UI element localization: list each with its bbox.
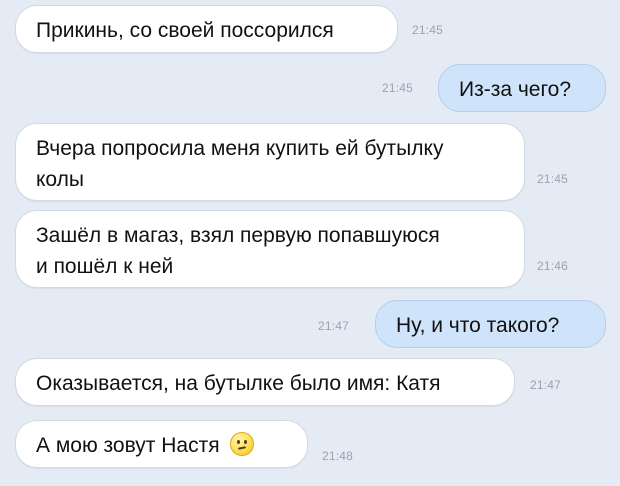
- message-text-line: и пошёл к ней: [36, 255, 174, 278]
- message-timestamp: 21:46: [537, 259, 569, 273]
- confused-face-icon: [229, 432, 254, 456]
- message-bubble-outgoing[interactable]: Из-за чего?: [438, 64, 606, 112]
- message-text-line: Вчера попросила меня купить ей бутылку: [36, 137, 444, 160]
- message-timestamp: 21:48: [322, 449, 354, 463]
- message-bubble-incoming[interactable]: Прикинь, со своей поссорился: [15, 5, 398, 53]
- message-text: А мою зовут Настя: [36, 434, 220, 457]
- message-bubble-incoming[interactable]: Оказывается, на бутылке было имя: Катя: [15, 358, 515, 406]
- message-timestamp: 21:45: [382, 81, 414, 95]
- message-timestamp: 21:45: [537, 172, 569, 186]
- message-bubble-incoming[interactable]: Вчера попросила меня купить ей бутылку к…: [15, 123, 525, 201]
- message-text-line: колы: [36, 168, 84, 191]
- message-timestamp: 21:45: [412, 23, 444, 37]
- chat-thread: Прикинь, со своей поссорился 21:45 21:45…: [0, 0, 620, 486]
- message-text-line: Зашёл в магаз, взял первую попавшуюся: [36, 224, 440, 247]
- message-timestamp: 21:47: [318, 319, 350, 333]
- message-bubble-outgoing[interactable]: Ну, и что такого?: [375, 300, 606, 348]
- message-text: Прикинь, со своей поссорился: [36, 19, 334, 42]
- message-text: Оказывается, на бутылке было имя: Катя: [36, 372, 441, 395]
- message-timestamp: 21:47: [530, 378, 562, 392]
- message-text: Из-за чего?: [459, 78, 572, 101]
- message-bubble-incoming[interactable]: Зашёл в магаз, взял первую попавшуюся и …: [15, 210, 525, 288]
- message-text: Ну, и что такого?: [396, 314, 560, 337]
- message-bubble-incoming[interactable]: А мою зовут Настя: [15, 420, 308, 468]
